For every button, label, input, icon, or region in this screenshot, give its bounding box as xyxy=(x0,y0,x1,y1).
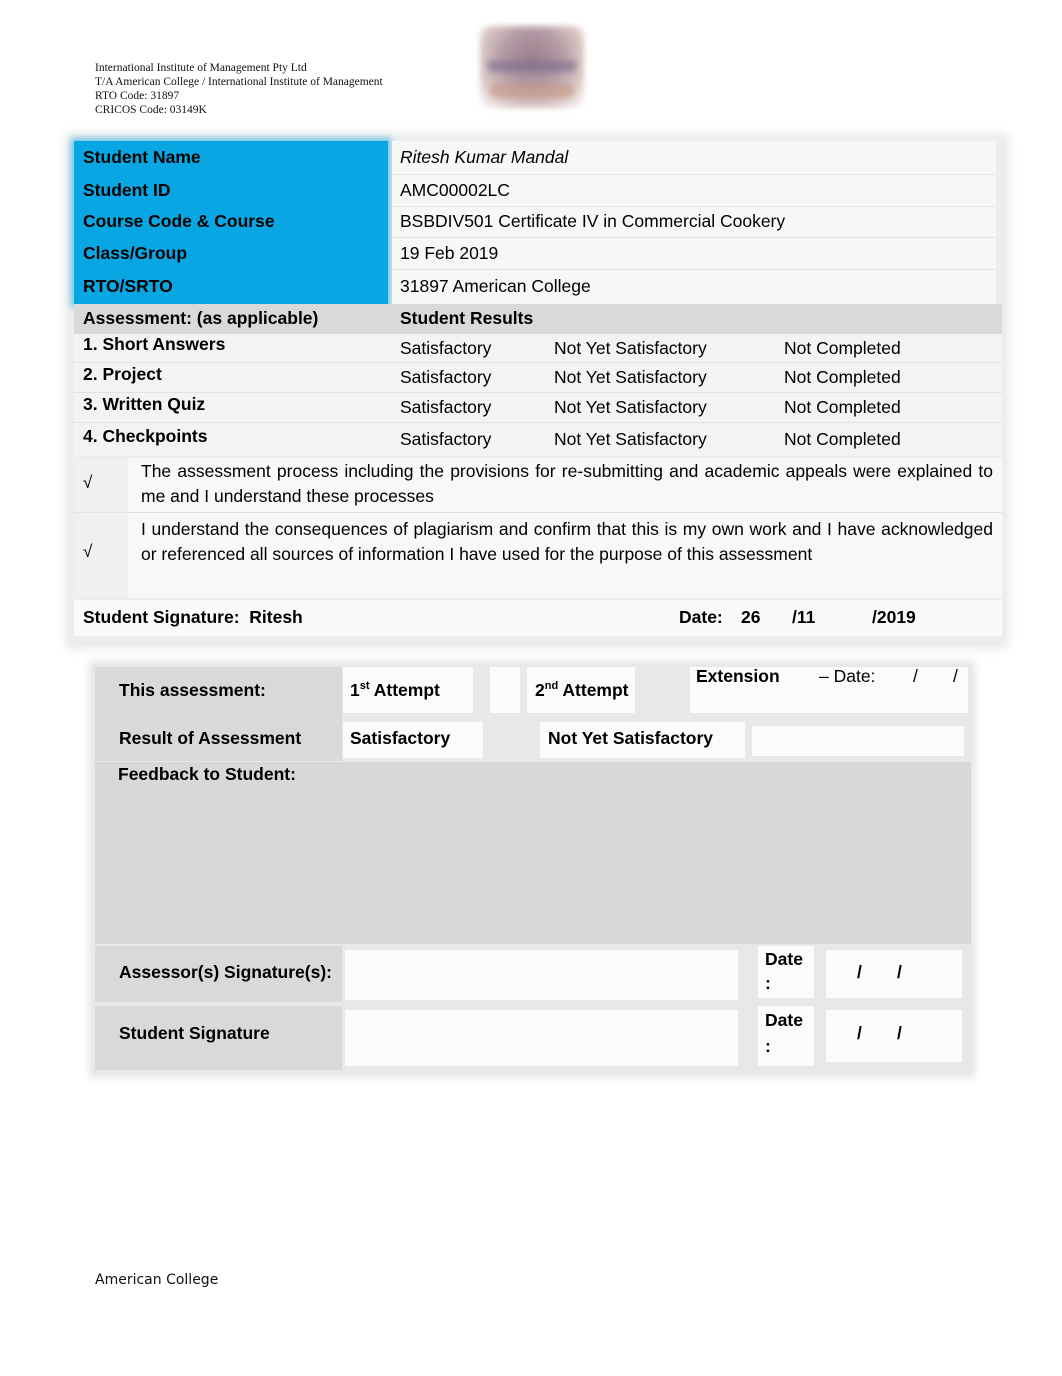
result-option-not-completed[interactable]: Not Completed xyxy=(784,367,901,388)
checkmark-icon[interactable]: √ xyxy=(83,542,92,562)
student-signature-value: Ritesh xyxy=(249,607,303,627)
assessor-signature-label: Assessor(s) Signature(s): xyxy=(119,962,332,982)
class-group-label: Class/Group xyxy=(83,243,188,263)
row-divider xyxy=(74,392,1002,393)
result-option-not-completed[interactable]: Not Completed xyxy=(784,429,901,450)
result-option-satisfactory[interactable]: Satisfactory xyxy=(400,397,491,418)
assessor-date-label: Date xyxy=(765,949,803,969)
result-satisfactory-option[interactable]: Satisfactory xyxy=(350,728,450,749)
extension-date-label: – Date: xyxy=(819,666,876,686)
result-option-satisfactory[interactable]: Satisfactory xyxy=(400,429,491,450)
student-id-label: Student ID xyxy=(83,180,171,200)
assessment-heading: Assessment: (as applicable) xyxy=(83,308,319,328)
student-date-slash: / xyxy=(857,1023,862,1043)
declaration-plagiarism-text: I understand the consequences of plagiar… xyxy=(141,519,993,564)
row-divider xyxy=(74,512,1002,513)
course-label: Course Code & Course xyxy=(83,211,275,231)
feedback-label: Feedback to Student: xyxy=(118,764,296,784)
first-attempt-text: Attempt xyxy=(369,680,440,700)
second-attempt-suffix: nd xyxy=(544,680,559,692)
first-attempt-suffix: st xyxy=(359,680,370,692)
result-option-not-completed[interactable]: Not Completed xyxy=(784,338,901,359)
cricos-code: CRICOS Code: 03149K xyxy=(95,104,207,116)
second-attempt-number: 2 xyxy=(535,680,545,700)
assessment-item-label: 3. Written Quiz xyxy=(83,394,206,414)
extension-date-slash[interactable]: / xyxy=(953,666,958,687)
result-option-satisfactory[interactable]: Satisfactory xyxy=(400,367,491,388)
row-divider xyxy=(392,206,996,207)
assessment-item-label: 1. Short Answers xyxy=(83,334,226,354)
extension-option[interactable]: Extension xyxy=(696,666,780,687)
rto-value[interactable]: 31897 American College xyxy=(400,276,591,297)
row-divider xyxy=(392,269,996,270)
second-attempt-text: Attempt xyxy=(558,680,629,700)
assessor-date-slash: / xyxy=(857,962,862,982)
result-option-not-yet-satisfactory[interactable]: Not Yet Satisfactory xyxy=(554,397,707,418)
result-not-yet-satisfactory-option[interactable]: Not Yet Satisfactory xyxy=(548,728,713,749)
result-option-satisfactory[interactable]: Satisfactory xyxy=(400,338,491,359)
signature-date-year[interactable]: /2019 xyxy=(872,607,916,628)
result-of-assessment-label: Result of Assessment xyxy=(119,728,302,748)
student-signature-field[interactable]: Student Signature: Ritesh xyxy=(83,607,303,628)
student-name-label: Student Name xyxy=(83,147,201,167)
first-attempt-option[interactable]: 1st Attempt xyxy=(350,680,440,701)
cell-bg xyxy=(752,726,964,756)
second-attempt-option[interactable]: 2nd Attempt xyxy=(535,680,629,701)
student-date-slash: / xyxy=(897,1023,902,1043)
declaration-appeals-text: The assessment process including the pro… xyxy=(141,461,993,506)
rto-label: RTO/SRTO xyxy=(83,276,173,296)
result-option-not-yet-satisfactory[interactable]: Not Yet Satisfactory xyxy=(554,338,707,359)
result-option-not-completed[interactable]: Not Completed xyxy=(784,397,901,418)
first-attempt-number: 1 xyxy=(350,680,360,700)
course-value[interactable]: BSBDIV501 Certificate IV in Commercial C… xyxy=(400,211,785,232)
extension-date-slash[interactable]: / xyxy=(913,666,918,687)
student-signature-label: Student Signature: xyxy=(83,607,240,627)
row-divider xyxy=(392,237,996,238)
this-assessment-label: This assessment: xyxy=(119,680,266,700)
cell-bg xyxy=(490,667,520,713)
signature-date-month[interactable]: /11 xyxy=(792,607,815,628)
assessment-item-label: 2. Project xyxy=(83,364,162,384)
signature-date-label: Date: xyxy=(679,607,723,627)
assessor-date-colon: : xyxy=(765,973,771,993)
student-date-input[interactable] xyxy=(826,1010,962,1062)
assessment-item-label: 4. Checkpoints xyxy=(83,426,208,446)
result-option-not-yet-satisfactory[interactable]: Not Yet Satisfactory xyxy=(554,367,707,388)
class-group-value[interactable]: 19 Feb 2019 xyxy=(400,243,498,264)
assessor-date-slash: / xyxy=(897,962,902,982)
assessor-signature-input[interactable] xyxy=(345,950,738,1000)
student-signature-input[interactable] xyxy=(345,1010,738,1066)
row-divider xyxy=(392,174,996,175)
student-name-value[interactable]: Ritesh Kumar Mandal xyxy=(400,147,568,168)
checkmark-icon[interactable]: √ xyxy=(83,473,92,493)
student-date-colon: : xyxy=(765,1036,771,1056)
row-divider xyxy=(74,362,1002,363)
row-divider xyxy=(74,422,1002,423)
organisation-header: International Institute of Management Pt… xyxy=(95,61,383,117)
org-trading-as: T/A American College / International Ins… xyxy=(95,76,383,88)
page-footer: American College xyxy=(95,1272,219,1288)
feedback-textarea[interactable] xyxy=(95,762,971,944)
student-signature-label-2: Student Signature xyxy=(119,1023,270,1043)
assessor-date-input[interactable] xyxy=(826,950,962,998)
college-logo-icon xyxy=(480,26,584,108)
student-results-heading: Student Results xyxy=(400,308,534,328)
result-option-not-yet-satisfactory[interactable]: Not Yet Satisfactory xyxy=(554,429,707,450)
student-id-value[interactable]: AMC00002LC xyxy=(400,180,510,201)
student-date-label: Date xyxy=(765,1010,803,1030)
org-name: International Institute of Management Pt… xyxy=(95,62,307,74)
signature-date-day[interactable]: 26 xyxy=(741,607,760,628)
rto-code: RTO Code: 31897 xyxy=(95,90,180,102)
